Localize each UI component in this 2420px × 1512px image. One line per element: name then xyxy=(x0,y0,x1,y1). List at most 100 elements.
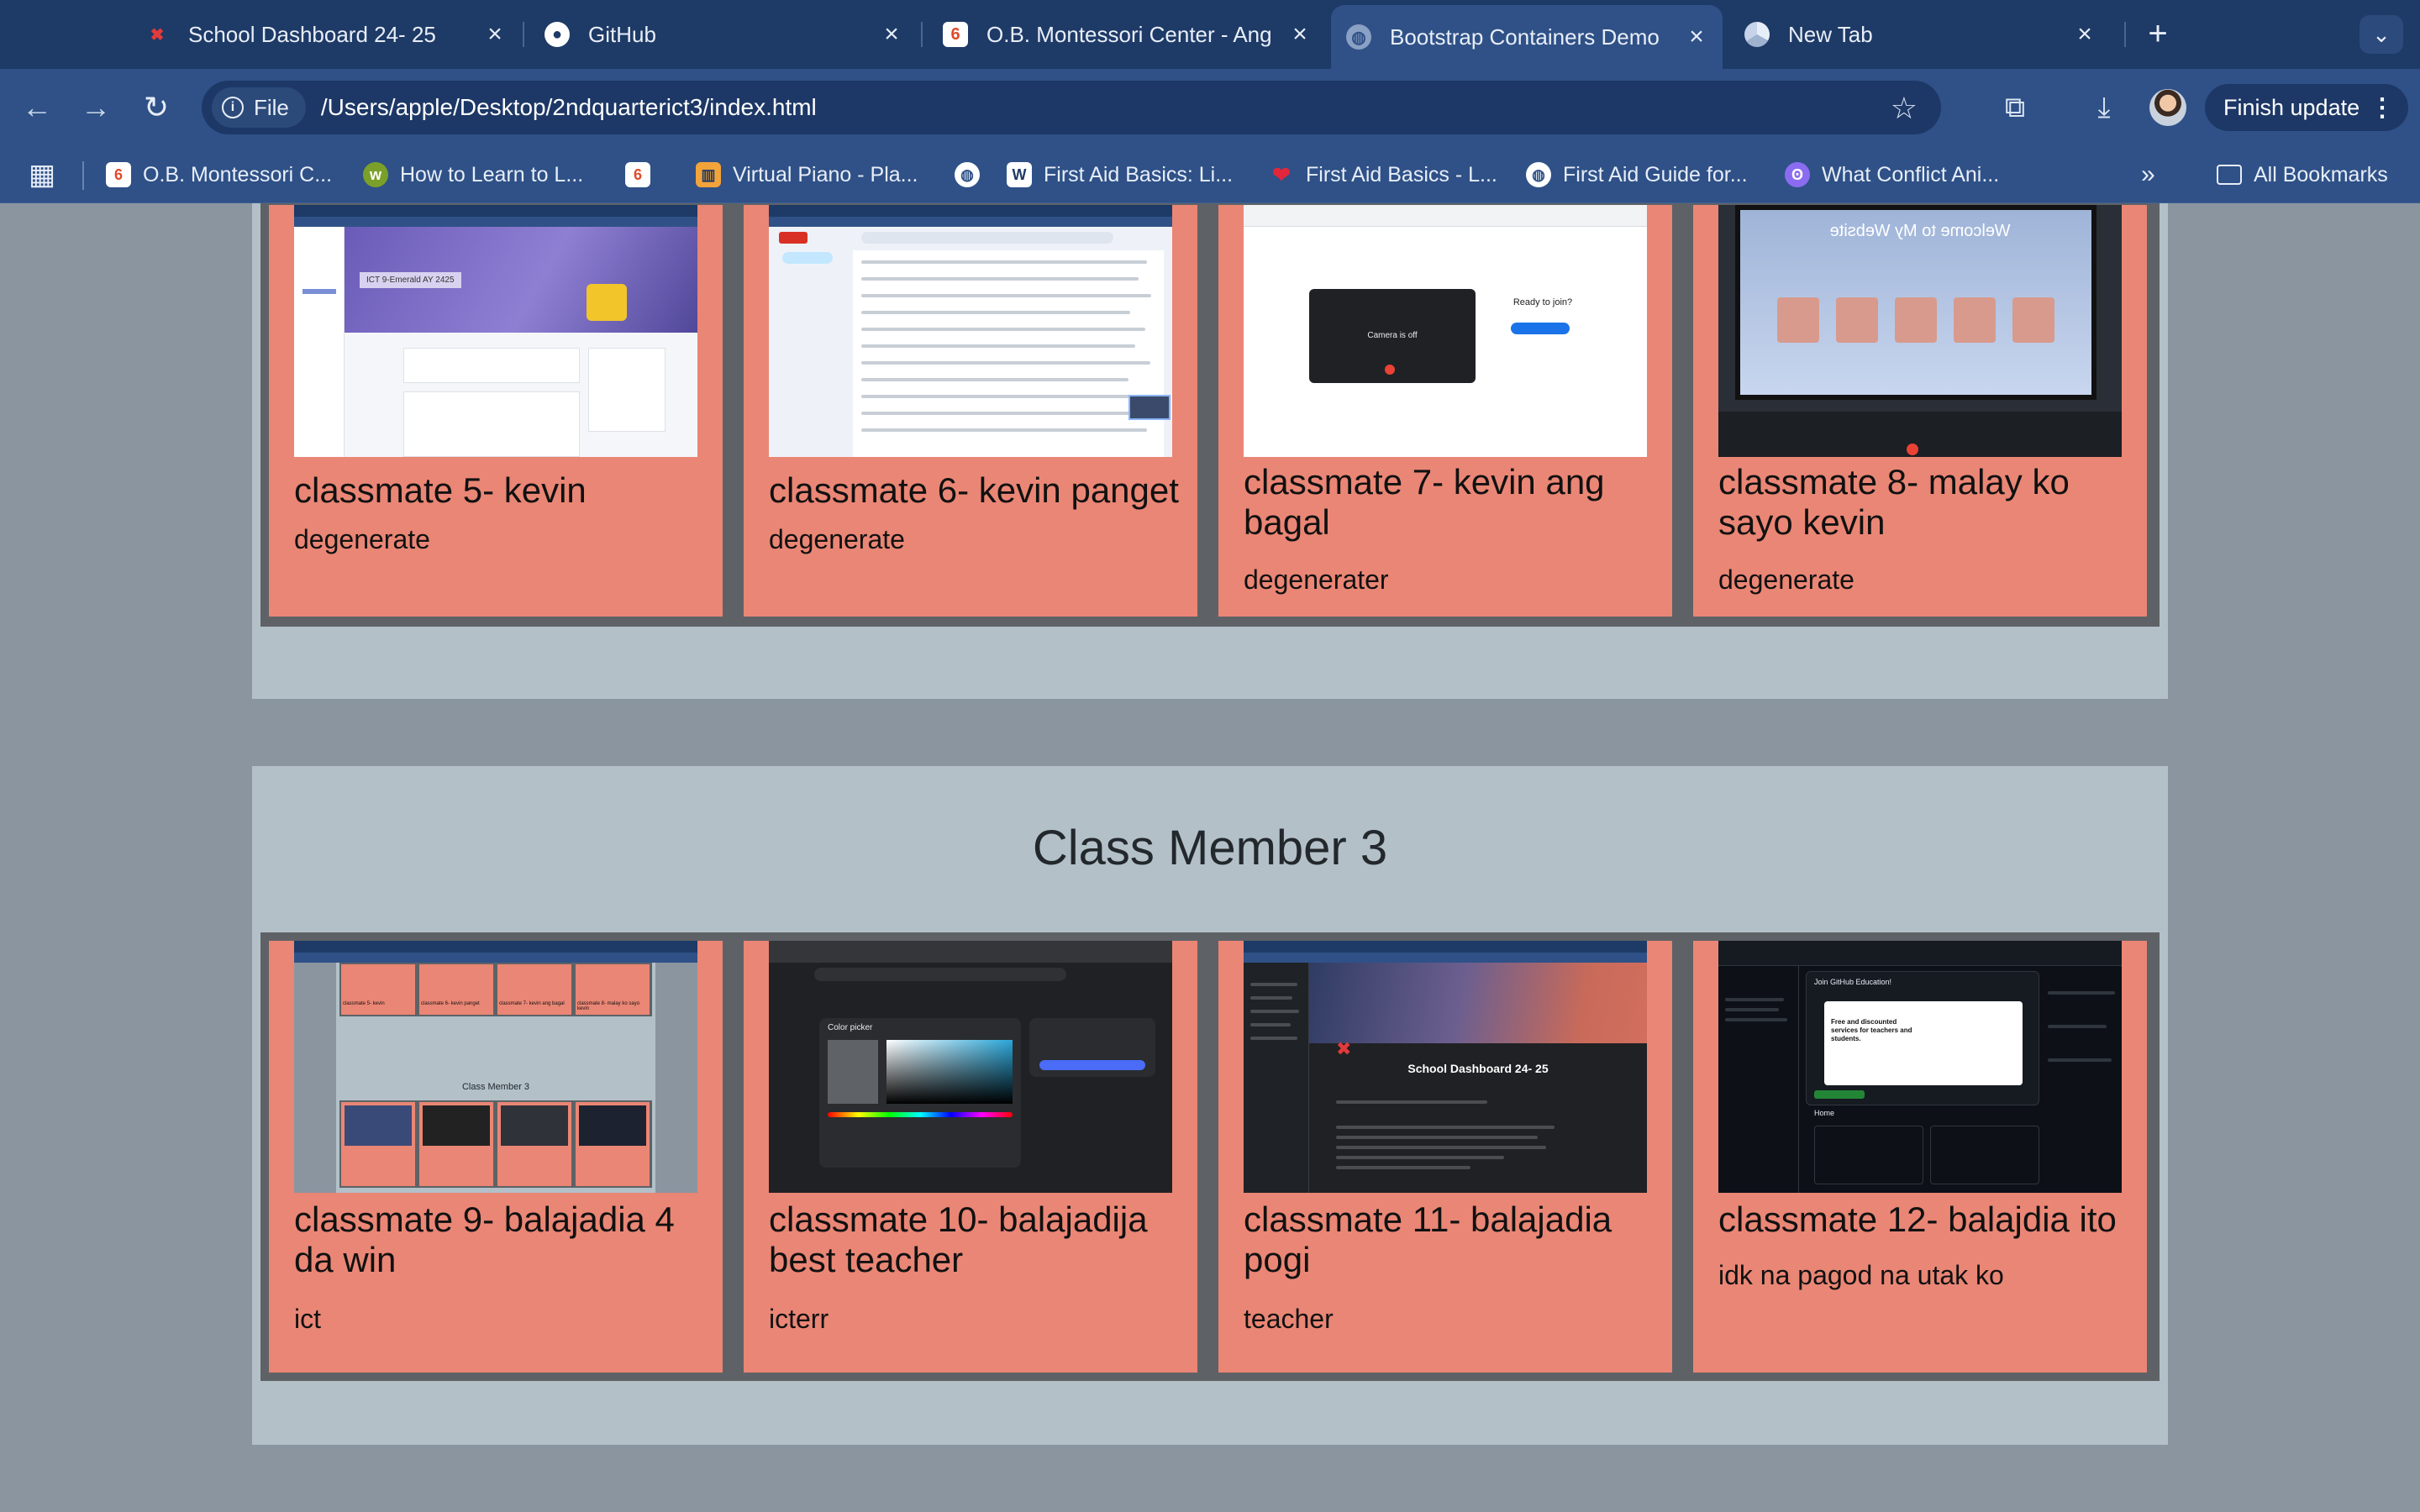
all-bookmarks-folder[interactable]: All Bookmarks xyxy=(2217,158,2388,192)
tab-title: School Dashboard 24- 25 xyxy=(188,21,436,47)
photo-thumbnail: Welcome to My Website xyxy=(1718,205,2122,457)
close-icon[interactable]: × xyxy=(1682,23,1711,51)
tab-search-button[interactable]: ⌄ xyxy=(2360,15,2403,54)
bookmark-first-aid-guide[interactable]: ◍ First Aid Guide for... xyxy=(1526,158,1748,192)
class-member-section: ICT 9-Emerald AY 2425 classmate 5- kevin… xyxy=(252,203,2168,699)
site-chip-label: File xyxy=(254,94,289,120)
close-icon[interactable]: × xyxy=(877,20,906,49)
close-icon[interactable]: × xyxy=(481,20,509,49)
bookmark-label: Virtual Piano - Pla... xyxy=(733,162,918,186)
section-title: Class Member 3 xyxy=(1032,821,1388,875)
card-title: classmate 6- kevin panget xyxy=(769,470,1179,510)
classmate-card: Camera is off Ready to join? classmate 7… xyxy=(1218,205,1672,617)
close-icon[interactable]: × xyxy=(1286,20,1314,49)
bookmark-label: What Conflict Ani... xyxy=(1822,162,2000,186)
tab-new-tab[interactable]: New Tab × xyxy=(1743,0,2111,69)
mini-card-title: classmate 5- kevin xyxy=(343,1001,385,1006)
more-bookmarks-chevron-icon[interactable]: » xyxy=(2141,158,2155,192)
tab-github[interactable]: ● GitHub × xyxy=(541,0,918,69)
screenshot-thumbnail: Camera is off Ready to join? xyxy=(1244,205,1647,457)
tab-bootstrap-containers-demo[interactable]: ◍ Bootstrap Containers Demo × xyxy=(1331,5,1723,69)
chrome-icon xyxy=(1744,22,1770,47)
bookmark-ob-montessori-2[interactable]: 6 xyxy=(625,158,662,192)
screenshot-thumbnail: ICT 9-Emerald AY 2425 xyxy=(294,205,697,457)
card-title: classmate 5- kevin xyxy=(294,470,587,510)
github-home-text: Home xyxy=(1814,1109,1835,1117)
card-title: classmate 11- balajadia pogi xyxy=(1244,1200,1612,1279)
tab-separator xyxy=(921,22,923,47)
ready-to-join-text: Ready to join? xyxy=(1512,297,1573,307)
folder-icon xyxy=(2217,165,2242,185)
screenshot-thumbnail: Color picker xyxy=(769,941,1172,1193)
tab-school-dashboard[interactable]: ✖ School Dashboard 24- 25 × xyxy=(0,0,521,69)
extensions-icon[interactable]: ⧉ xyxy=(1995,87,2035,128)
card-text: idk na pagod na utak ko xyxy=(1718,1260,2004,1290)
page-viewport: ICT 9-Emerald AY 2425 classmate 5- kevin… xyxy=(0,203,2420,1512)
forward-arrow-icon[interactable]: → xyxy=(76,87,116,128)
card-title: classmate 10- balajadija best teacher xyxy=(769,1200,1148,1279)
site-info-chip[interactable]: i File xyxy=(212,87,306,128)
mini-card-title: classmate 8- malay ko sayo kevin xyxy=(577,1001,640,1011)
mini-card-title: classmate 6- kevin panget xyxy=(421,1001,480,1006)
profile-avatar[interactable] xyxy=(2149,89,2186,126)
finish-update-button[interactable]: Finish update ⋮ xyxy=(2205,84,2408,131)
github-icon: ● xyxy=(544,22,570,47)
card-title: classmate 8- malay ko sayo kevin xyxy=(1718,462,2070,542)
classmate-card: Color picker classmate 10- balajadija be… xyxy=(744,941,1197,1373)
card-text: ict xyxy=(294,1304,321,1334)
card-title: classmate 7- kevin ang bagal xyxy=(1244,462,1605,542)
globe-icon: ◍ xyxy=(1526,162,1551,187)
bookmark-label: First Aid Basics: Li... xyxy=(1044,162,1234,186)
school-dashboard-icon: ✖ xyxy=(150,25,165,45)
bookmark-virtual-piano[interactable]: ▥ Virtual Piano - Pla... xyxy=(696,158,918,192)
card-title: classmate 12- balajdia ito xyxy=(1718,1200,2117,1239)
github-join-text: Join GitHub Education! xyxy=(1814,978,1892,986)
bookmark-globe[interactable]: ◍ xyxy=(955,158,992,192)
mini-card-title: classmate 7- kevin ang bagal xyxy=(499,1001,565,1006)
bookmark-first-aid-basics[interactable]: W First Aid Basics: Li... xyxy=(1007,158,1233,192)
bookmark-ob-montessori[interactable]: 6 O.B. Montessori C... xyxy=(106,158,332,192)
bookmark-what-conflict[interactable]: ʘ What Conflict Ani... xyxy=(1785,158,1999,192)
ob-montessori-icon: 6 xyxy=(625,162,650,187)
globe-icon: ◍ xyxy=(1346,24,1371,50)
all-bookmarks-label: All Bookmarks xyxy=(2254,162,2388,186)
mini-section-title: Class Member 3 xyxy=(461,1082,530,1092)
bookmark-how-to-learn[interactable]: w How to Learn to L... xyxy=(363,158,583,192)
new-tab-button[interactable]: + xyxy=(2141,15,2175,52)
download-icon[interactable]: ⤓ xyxy=(2084,87,2124,128)
github-offer-text: Free and discounted services for teacher… xyxy=(1831,1018,1912,1042)
ob-montessori-icon: 6 xyxy=(106,162,131,187)
tab-title: New Tab xyxy=(1788,21,1873,47)
tab-separator xyxy=(2124,22,2126,47)
url-text[interactable]: /Users/apple/Desktop/2ndquarterict3/inde… xyxy=(321,94,817,121)
tab-strip: ✖ School Dashboard 24- 25 × ● GitHub × 6… xyxy=(0,0,2420,69)
bookmark-first-aid-basics-2[interactable]: ❤ First Aid Basics - L... xyxy=(1269,158,1497,192)
bookmarks-bar: ▦ 6 O.B. Montessori C... w How to Learn … xyxy=(0,146,2420,203)
card-text: teacher xyxy=(1244,1304,1334,1334)
tab-ob-montessori[interactable]: 6 O.B. Montessori Center - Ang × xyxy=(939,0,1326,69)
bookmark-star-icon[interactable]: ☆ xyxy=(1891,91,1918,126)
back-arrow-icon[interactable]: ← xyxy=(17,87,57,128)
classmate-card: classmate 5- kevin classmate 6- kevin pa… xyxy=(269,941,723,1373)
card-text: degenerate xyxy=(1718,564,1854,595)
browser-toolbar: ← → ↻ i File /Users/apple/Desktop/2ndqua… xyxy=(0,69,2420,146)
classmate-card: Welcome to My Website classmate 8- malay… xyxy=(1693,205,2147,617)
card-text: degenerater xyxy=(1244,564,1389,595)
piano-icon: ▥ xyxy=(696,162,721,187)
bookmark-separator xyxy=(82,161,84,190)
card-text: icterr xyxy=(769,1304,829,1334)
menu-dots-icon[interactable]: ⋮ xyxy=(2370,93,2395,123)
reload-icon[interactable]: ↻ xyxy=(136,87,176,128)
school-dashboard-icon: ✖ xyxy=(1336,1038,1352,1059)
apps-grid-icon[interactable]: ▦ xyxy=(29,158,55,192)
bookmark-label: O.B. Montessori C... xyxy=(143,162,333,186)
close-icon[interactable]: × xyxy=(2070,20,2099,49)
address-bar[interactable]: i File /Users/apple/Desktop/2ndquarteric… xyxy=(202,81,1941,134)
conflict-icon: ʘ xyxy=(1785,162,1810,187)
classroom-banner-text: ICT 9-Emerald AY 2425 xyxy=(360,272,461,288)
tab-title: GitHub xyxy=(588,21,656,47)
screenshot-thumbnail: classmate 5- kevin classmate 6- kevin pa… xyxy=(294,941,697,1193)
bookmark-label: First Aid Guide for... xyxy=(1563,162,1748,186)
tv-banner-text: Welcome to My Website xyxy=(1829,222,2011,240)
ob-montessori-icon: 6 xyxy=(943,22,968,47)
